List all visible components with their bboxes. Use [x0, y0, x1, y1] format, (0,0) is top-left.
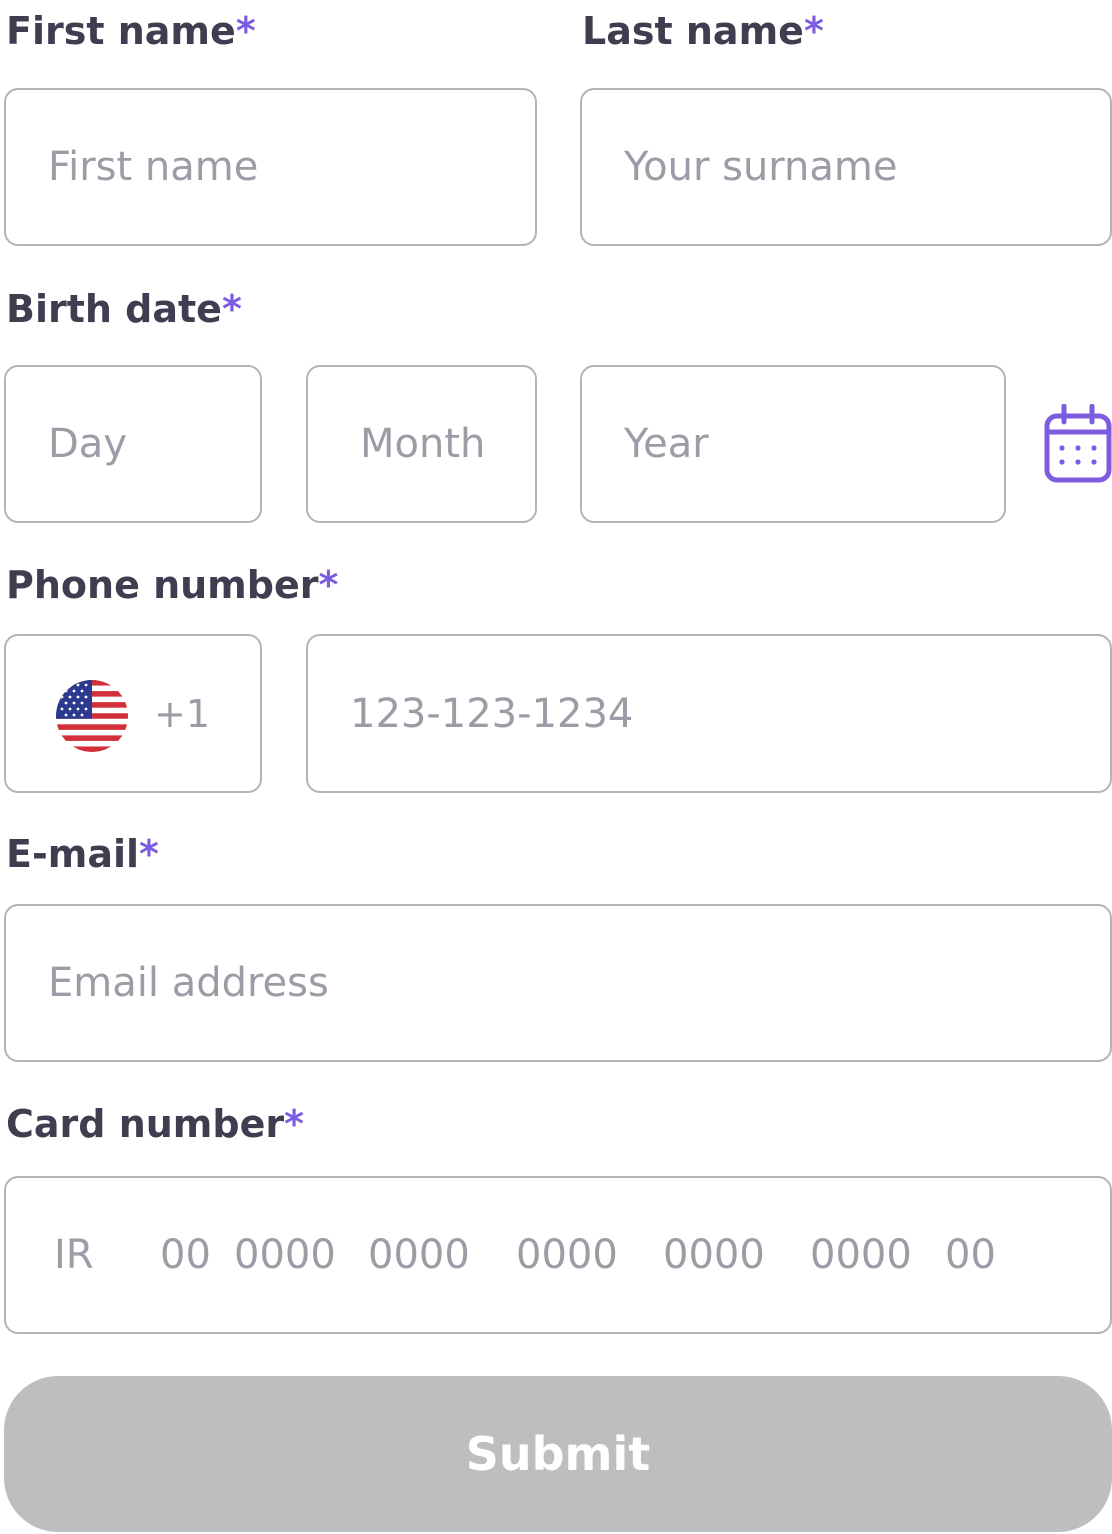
birth-month-placeholder: Month [360, 421, 486, 467]
required-marker: * [284, 1102, 304, 1146]
email-label: E-mail* [6, 832, 159, 876]
card-segment-placeholder: 0000 [368, 1232, 470, 1278]
submit-button[interactable]: Submit [4, 1376, 1112, 1532]
card-segment-placeholder: 00 [160, 1232, 211, 1278]
birth-date-label: Birth date* [6, 287, 242, 331]
card-segment-placeholder: 0000 [810, 1232, 912, 1278]
last-name-label: Last name* [582, 9, 824, 53]
required-marker: * [318, 563, 339, 607]
card-country-code-placeholder: IR [54, 1232, 94, 1278]
required-marker: * [221, 287, 242, 331]
calendar-icon[interactable] [1044, 404, 1112, 484]
card-segment-placeholder: 00 [945, 1232, 996, 1278]
first-name-placeholder: First name [48, 144, 259, 190]
card-segment-placeholder: 0000 [663, 1232, 765, 1278]
birth-day-placeholder: Day [48, 421, 127, 467]
email-input[interactable]: Email address [4, 904, 1112, 1062]
required-marker: * [235, 9, 256, 53]
card-segment-placeholder: 0000 [234, 1232, 336, 1278]
email-placeholder: Email address [48, 960, 329, 1006]
required-marker: * [803, 9, 824, 53]
us-flag-icon [56, 680, 128, 752]
last-name-placeholder: Your surname [624, 144, 898, 190]
last-name-input[interactable]: Your surname [580, 88, 1112, 246]
country-code-select[interactable]: +1 [4, 634, 262, 793]
dial-code: +1 [154, 691, 211, 736]
birth-month-input[interactable]: Month [306, 365, 537, 523]
phone-number-label: Phone number* [6, 563, 339, 607]
first-name-input[interactable]: First name [4, 88, 537, 246]
card-segment-placeholder: 0000 [516, 1232, 618, 1278]
birth-day-input[interactable]: Day [4, 365, 262, 523]
phone-number-input[interactable]: 123-123-1234 [306, 634, 1112, 793]
card-number-label: Card number* [6, 1102, 304, 1146]
phone-number-placeholder: 123-123-1234 [350, 690, 634, 737]
first-name-label: First name* [6, 9, 256, 53]
card-number-input[interactable]: IR 00 0000 0000 0000 0000 0000 00 [4, 1176, 1112, 1334]
birth-year-placeholder: Year [624, 421, 709, 467]
birth-year-input[interactable]: Year [580, 365, 1006, 523]
required-marker: * [139, 832, 159, 876]
